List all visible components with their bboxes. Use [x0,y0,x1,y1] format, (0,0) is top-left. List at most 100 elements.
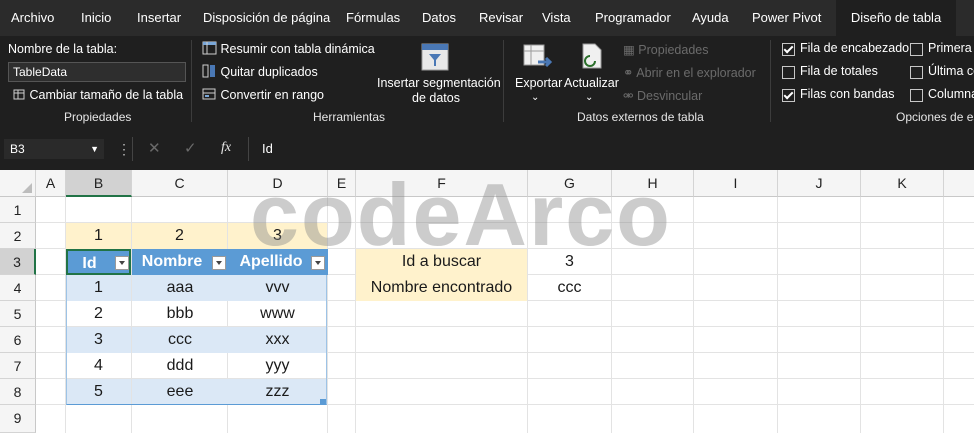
column-header-b[interactable]: B [66,170,132,197]
banded-columns-checkbox[interactable] [910,89,923,102]
column-header-d[interactable]: D [228,170,328,197]
export-chevron-icon[interactable]: ⌄ [531,92,539,103]
formula-input[interactable]: Id [262,139,273,159]
unlink-button[interactable]: ⚮ Desvincular [623,88,702,103]
last-column-checkbox[interactable] [910,66,923,79]
ribbon-panel: Nombre de la tabla: TableData Cambiar ta… [0,36,974,128]
column-header-j[interactable]: J [778,170,861,197]
table-cell[interactable]: 1 [66,275,131,301]
more-options-icon[interactable]: ⋮ [117,139,131,159]
table-cell[interactable]: bbb [132,301,228,327]
column-header-k[interactable]: K [861,170,944,197]
slicer-icon-wrap[interactable] [420,42,450,75]
lookup-name-label[interactable]: Nombre encontrado [356,275,527,301]
formula-bar: B3 ▼ ⋮ ✕ ✓ fx Id [0,128,974,170]
insert-slicer-button[interactable]: Insertar segmentación de datos [377,76,501,106]
table-cell[interactable]: eee [132,379,228,405]
table-cell[interactable]: yyy [228,353,327,379]
cancel-icon[interactable]: ✕ [148,139,161,159]
table-cell[interactable]: aaa [132,275,228,301]
gridline [327,197,328,433]
table-cell[interactable]: 5 [66,379,131,405]
table-cell[interactable]: 3 [66,327,131,353]
filter-dropdown-icon[interactable] [115,256,129,270]
insert-function-icon[interactable]: fx [221,138,231,158]
row-header-5[interactable]: 5 [0,301,36,327]
first-column-checkbox[interactable] [910,43,923,56]
table-cell[interactable]: vvv [228,275,327,301]
table-resize-handle[interactable] [320,399,326,405]
row-header-4[interactable]: 4 [0,275,36,301]
table-name-input[interactable]: TableData [8,62,186,82]
cell-d2[interactable]: 3 [228,223,327,249]
insert-slicer-label-2: de datos [412,91,460,105]
tab-disposicion[interactable]: Disposición de página [203,0,330,36]
tab-vista[interactable]: Vista [542,0,571,36]
lookup-id-value[interactable]: 3 [528,249,611,275]
tab-datos[interactable]: Datos [422,0,456,36]
row-header-7[interactable]: 7 [0,353,36,379]
pivot-summary-label: Resumir con tabla dinámica [220,42,375,56]
tab-inicio[interactable]: Inicio [81,0,111,36]
row-header-3[interactable]: 3 [0,249,36,275]
confirm-icon[interactable]: ✓ [184,139,197,159]
insert-slicer-label-1: Insertar segmentación [377,76,501,90]
table-cell[interactable]: 2 [66,301,131,327]
pivot-summary-button[interactable]: Resumir con tabla dinámica [202,41,375,56]
table-cell[interactable]: 4 [66,353,131,379]
open-browser-button[interactable]: ⚭ Abrir en el explorador [623,65,756,80]
name-box[interactable]: B3 ▼ [4,139,104,159]
refresh-icon-wrap[interactable] [578,42,606,75]
tab-revisar[interactable]: Revisar [479,0,523,36]
row-header-8[interactable]: 8 [0,379,36,405]
table-cell[interactable]: xxx [228,327,327,353]
cell-c2[interactable]: 2 [132,223,227,249]
row-header-1[interactable]: 1 [0,197,36,223]
export-button[interactable]: Exportar [515,76,562,90]
export-icon-wrap[interactable] [522,42,554,75]
properties-button[interactable]: ▦ Propiedades [623,42,709,57]
name-box-dropdown-icon[interactable]: ▼ [90,139,99,159]
refresh-button[interactable]: Actualizar [564,76,619,90]
cell-b2[interactable]: 1 [66,223,131,249]
group-label-herramientas: Herramientas [313,110,386,124]
row-header-6[interactable]: 6 [0,327,36,353]
lookup-id-label[interactable]: Id a buscar [356,249,527,275]
header-row-checkbox[interactable] [782,43,795,56]
totals-row-checkbox[interactable] [782,66,795,79]
refresh-chevron-icon[interactable]: ⌄ [585,92,593,103]
tab-ayuda[interactable]: Ayuda [692,0,729,36]
tab-diseno-tabla[interactable]: Diseño de tabla [836,0,956,38]
table-cell[interactable]: ddd [132,353,228,379]
resize-table-icon [13,89,25,100]
banded-rows-checkbox[interactable] [782,89,795,102]
row-header-9[interactable]: 9 [0,405,36,433]
column-header-a[interactable]: A [36,170,66,197]
column-header-i[interactable]: I [694,170,778,197]
table-cell[interactable]: www [228,301,327,327]
convert-range-button[interactable]: Convertir en rango [202,87,324,102]
group-separator [191,40,192,122]
totals-row-label: Fila de totales [800,64,878,78]
column-header-g[interactable]: G [528,170,612,197]
lookup-name-value[interactable]: ccc [528,275,611,301]
select-all-corner[interactable] [0,170,36,197]
tab-power-pivot[interactable]: Power Pivot [752,0,821,36]
row-header-2[interactable]: 2 [0,223,36,249]
tab-programador[interactable]: Programador [595,0,671,36]
tab-archivo[interactable]: Archivo [11,0,54,36]
filter-dropdown-icon[interactable] [212,256,226,270]
resize-table-button[interactable]: Cambiar tamaño de la tabla [12,88,183,102]
column-header-c[interactable]: C [132,170,228,197]
column-header-h[interactable]: H [612,170,694,197]
tab-insertar[interactable]: Insertar [137,0,181,36]
link-icon: ⚭ [623,66,634,80]
table-cell[interactable]: ccc [132,327,228,353]
column-header-f[interactable]: F [356,170,528,197]
column-header-e[interactable]: E [328,170,356,197]
tab-formulas[interactable]: Fórmulas [346,0,400,36]
gridline [860,197,861,433]
filter-dropdown-icon[interactable] [311,256,325,270]
table-cell[interactable]: zzz [228,379,327,405]
remove-duplicates-button[interactable]: Quitar duplicados [202,64,318,79]
